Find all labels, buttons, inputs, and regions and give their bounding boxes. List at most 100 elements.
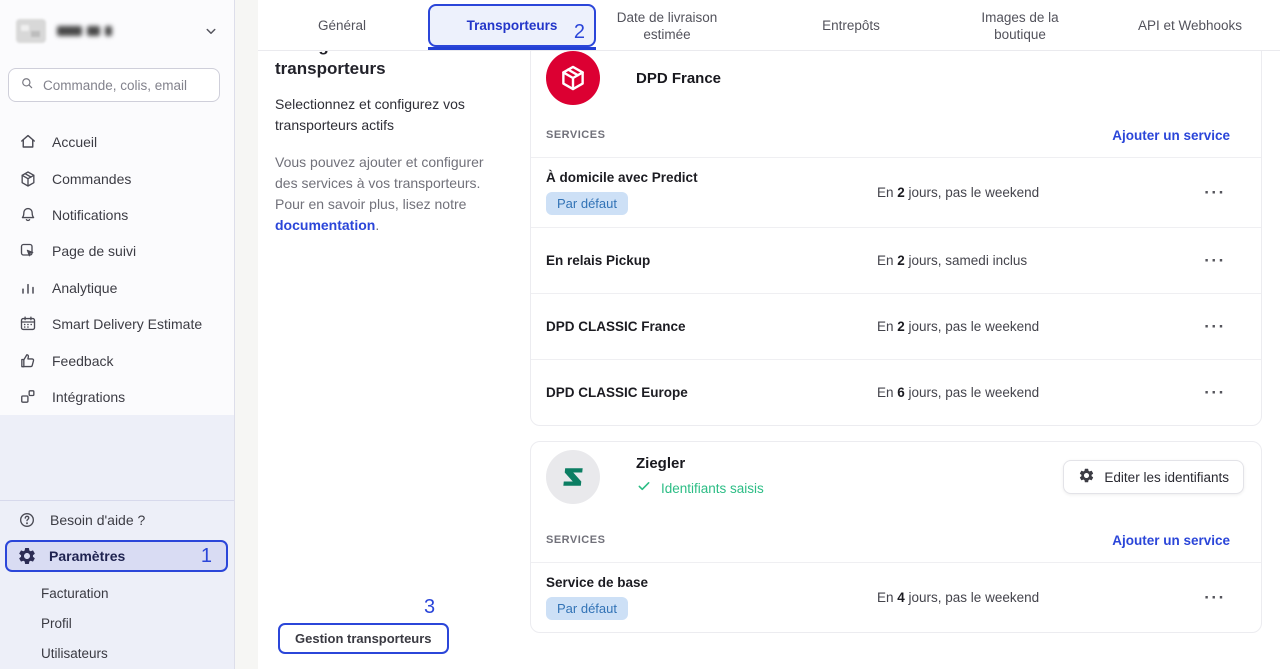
edit-credentials-label: Editer les identifiants bbox=[1104, 470, 1229, 485]
tab-label: Date de livraison estimée bbox=[605, 9, 730, 43]
sidebar-item-label: Paramètres bbox=[49, 548, 125, 564]
sidebar-subitem-profil[interactable]: Profil bbox=[0, 608, 234, 638]
sidebar-item-feedback[interactable]: Feedback bbox=[0, 342, 234, 378]
settings-sub-menu: FacturationProfilUtilisateurs bbox=[0, 578, 234, 668]
tab-transporteurs[interactable]: Transporteurs bbox=[428, 0, 596, 51]
sidebar-subitem-facturation[interactable]: Facturation bbox=[0, 578, 234, 608]
content-gutter bbox=[235, 0, 258, 669]
ellipsis-menu-icon[interactable]: ··· bbox=[1195, 588, 1235, 608]
ellipsis-menu-icon[interactable]: ··· bbox=[1195, 183, 1235, 203]
sidebar-item-label: Intégrations bbox=[52, 389, 125, 405]
tab-label: Transporteurs bbox=[467, 17, 558, 34]
sidebar-item-accueil[interactable]: Accueil bbox=[0, 124, 234, 160]
thumbs-up-icon bbox=[18, 351, 38, 371]
check-icon bbox=[636, 478, 652, 499]
dpd-cube-icon bbox=[546, 51, 600, 105]
tab-images-de-la-boutique[interactable]: Images de la boutique bbox=[970, 0, 1070, 51]
carrier-name: Ziegler bbox=[636, 455, 764, 472]
bar-chart-icon bbox=[18, 278, 38, 298]
sidebar-item-help[interactable]: Besoin d'aide ? bbox=[0, 503, 234, 537]
service-delay: En 2 jours, pas le weekend bbox=[877, 185, 1195, 200]
sidebar-item-integrations[interactable]: Intégrations bbox=[0, 379, 234, 415]
service-name: DPD CLASSIC France bbox=[546, 319, 867, 334]
company-logo bbox=[16, 19, 46, 43]
tab-label: Général bbox=[318, 17, 366, 34]
sidebar-item-notifications[interactable]: Notifications bbox=[0, 197, 234, 233]
sidebar-item-analytique[interactable]: Analytique bbox=[0, 270, 234, 306]
home-icon bbox=[18, 132, 38, 152]
account-switcher[interactable] bbox=[0, 0, 234, 62]
package-icon bbox=[18, 169, 38, 189]
gear-icon bbox=[17, 546, 37, 566]
sidebar-item-commandes[interactable]: Commandes bbox=[0, 160, 234, 196]
services-label: SERVICES bbox=[546, 129, 605, 141]
sidebar-item-label: Notifications bbox=[52, 207, 128, 223]
global-search[interactable] bbox=[8, 68, 220, 102]
page-description: Vous pouvez ajouter et configurer des se… bbox=[275, 152, 505, 236]
company-name-redacted bbox=[57, 26, 112, 36]
app-root: Accueil Commandes Notifications Page de … bbox=[0, 0, 1280, 669]
credentials-status-label: Identifiants saisis bbox=[661, 481, 764, 496]
tracking-page-icon bbox=[18, 241, 38, 261]
service-row-service-de-base: Service de base Par défaut En 4 jours, p… bbox=[531, 562, 1261, 632]
annotation-step-1: 1 bbox=[201, 545, 212, 568]
search-icon bbox=[19, 75, 35, 96]
carrier-card-dpd-france: DPD France SERVICES Ajouter un service À… bbox=[530, 42, 1262, 426]
sidebar-item-label: Smart Delivery Estimate bbox=[52, 316, 202, 332]
carriers-panel: DPD France SERVICES Ajouter un service À… bbox=[530, 0, 1262, 633]
sidebar-item-page-de-suivi[interactable]: Page de suivi bbox=[0, 233, 234, 269]
sidebar-top: Accueil Commandes Notifications Page de … bbox=[0, 0, 234, 415]
tab-api-et-webhooks[interactable]: API et Webhooks bbox=[1115, 0, 1265, 51]
ziegler-z-icon bbox=[546, 450, 600, 504]
tab-general[interactable]: Général bbox=[277, 0, 407, 51]
page-subtitle: Selectionnez et configurez vos transport… bbox=[275, 94, 495, 136]
tab-date-de-livraison-estimee[interactable]: Date de livraison estimée bbox=[605, 0, 730, 51]
tab-label: Entrepôts bbox=[822, 17, 880, 34]
tab-label: Images de la boutique bbox=[970, 9, 1070, 43]
service-name: À domicile avec Predict bbox=[546, 170, 867, 185]
service-row-dpd-classic-europe: DPD CLASSIC Europe En 6 jours, pas le we… bbox=[531, 359, 1261, 425]
chevron-down-icon[interactable] bbox=[202, 22, 220, 40]
sidebar-nav: Accueil Commandes Notifications Page de … bbox=[0, 102, 234, 415]
service-delay: En 2 jours, pas le weekend bbox=[877, 319, 1195, 334]
blocks-icon bbox=[18, 387, 38, 407]
service-row-a-domicile-avec-predict: À domicile avec Predict Par défaut En 2 … bbox=[531, 157, 1261, 227]
ellipsis-menu-icon[interactable]: ··· bbox=[1195, 317, 1235, 337]
credentials-status: Identifiants saisis bbox=[636, 478, 764, 499]
services-header: SERVICES Ajouter un service bbox=[531, 518, 1261, 562]
service-name: Service de base bbox=[546, 575, 867, 590]
service-name: DPD CLASSIC Europe bbox=[546, 385, 867, 400]
annotation-step-3: 3 bbox=[424, 596, 435, 619]
carrier-header: Ziegler Identifiants saisis Editer les i… bbox=[531, 442, 1261, 504]
service-row-en-relais-pickup: En relais Pickup En 2 jours, samedi incl… bbox=[531, 227, 1261, 293]
services-label: SERVICES bbox=[546, 534, 605, 546]
service-name: En relais Pickup bbox=[546, 253, 867, 268]
add-service-link[interactable]: Ajouter un service bbox=[1112, 533, 1230, 548]
service-delay: En 2 jours, samedi inclus bbox=[877, 253, 1195, 268]
ellipsis-menu-icon[interactable]: ··· bbox=[1195, 383, 1235, 403]
gear-icon bbox=[1078, 467, 1104, 487]
add-service-link[interactable]: Ajouter un service bbox=[1112, 128, 1230, 143]
service-delay: En 6 jours, pas le weekend bbox=[877, 385, 1195, 400]
sidebar-item-smart-delivery-estimate[interactable]: Smart Delivery Estimate bbox=[0, 306, 234, 342]
default-badge: Par défaut bbox=[546, 192, 628, 215]
service-row-dpd-classic-france: DPD CLASSIC France En 2 jours, pas le we… bbox=[531, 293, 1261, 359]
carrier-name: DPD France bbox=[636, 70, 721, 87]
documentation-link[interactable]: documentation bbox=[275, 217, 375, 233]
edit-credentials-button[interactable]: Editer les identifiants bbox=[1063, 460, 1244, 494]
manage-carriers-button[interactable]: Gestion transporteurs bbox=[278, 623, 449, 654]
sidebar-item-parametres[interactable]: Paramètres 1 bbox=[5, 540, 228, 572]
sidebar-item-label: Accueil bbox=[52, 134, 97, 150]
default-badge: Par défaut bbox=[546, 597, 628, 620]
sidebar-subitem-utilisateurs[interactable]: Utilisateurs bbox=[0, 638, 234, 668]
carrier-card-ziegler: Ziegler Identifiants saisis Editer les i… bbox=[530, 441, 1262, 633]
settings-tabs: Général2TransporteursDate de livraison e… bbox=[258, 0, 1280, 51]
tab-entrepots[interactable]: Entrepôts bbox=[791, 0, 911, 51]
tab-label: API et Webhooks bbox=[1138, 17, 1242, 34]
ellipsis-menu-icon[interactable]: ··· bbox=[1195, 251, 1235, 271]
sidebar-item-label: Besoin d'aide ? bbox=[50, 512, 145, 528]
sidebar-item-label: Analytique bbox=[52, 280, 117, 296]
bell-icon bbox=[18, 205, 38, 225]
sidebar-item-label: Feedback bbox=[52, 353, 113, 369]
search-input[interactable] bbox=[43, 78, 203, 93]
